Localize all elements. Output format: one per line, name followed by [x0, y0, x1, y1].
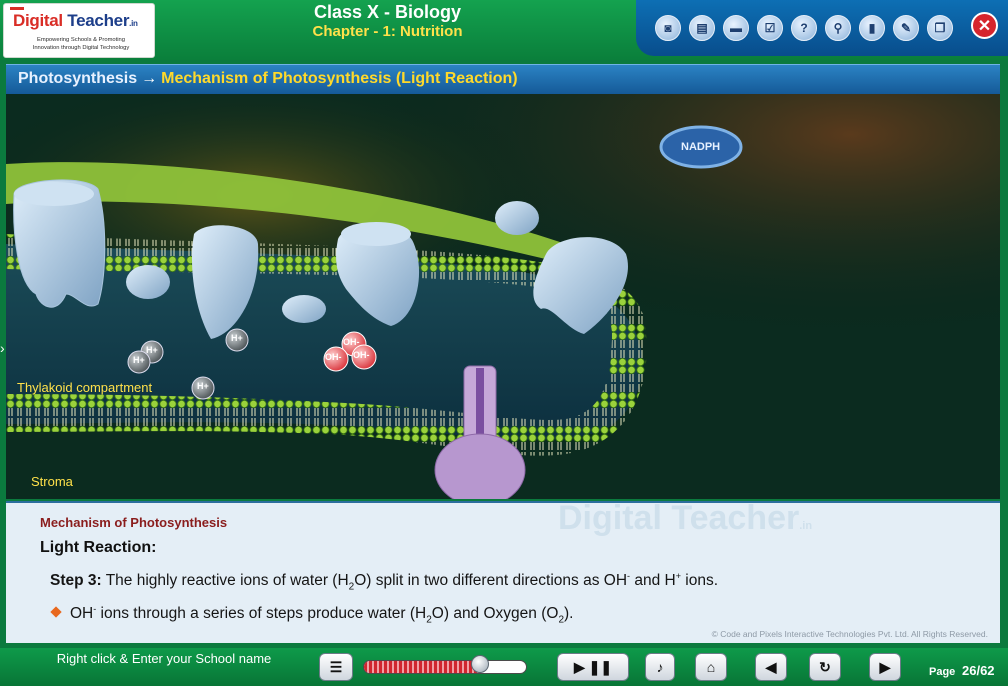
progress-slider-handle[interactable]: [470, 655, 489, 673]
camera-icon[interactable]: ◙: [655, 15, 681, 41]
notebook-icon[interactable]: ▤: [689, 15, 715, 41]
book-icon[interactable]: ▬: [723, 15, 749, 41]
breadcrumb-current: Mechanism of Photosynthesis (Light React…: [161, 70, 518, 87]
logo-wordmark: Digital Teacher.in: [13, 11, 138, 30]
h-ion-label: H+: [231, 333, 243, 343]
logo-tagline-1: Empowering Schools & Promoting: [37, 37, 125, 43]
bullet-text: OH- ions through a series of steps produ…: [50, 604, 573, 625]
play-pause-button[interactable]: ▶ ❚❚: [557, 653, 629, 681]
section-heading: Light Reaction:: [40, 539, 157, 556]
class-title: Class X - Biology: [313, 2, 462, 22]
previous-page-icon[interactable]: ◀: [755, 653, 787, 681]
help-icon[interactable]: ?: [791, 15, 817, 41]
replay-icon[interactable]: ↻: [809, 653, 841, 681]
h-ion-label: H+: [197, 381, 209, 391]
plastocyanin: [282, 295, 326, 323]
header-bar: Digital Teacher.in Empowering Schools & …: [0, 0, 1008, 60]
atp-synthase-head: [434, 433, 526, 499]
quiz-icon[interactable]: ☑: [757, 15, 783, 41]
window-icon[interactable]: ❐: [927, 15, 953, 41]
breadcrumb-separator: →: [141, 70, 158, 87]
thylakoid-diagram: [6, 94, 1000, 499]
home-icon[interactable]: ⌂: [695, 653, 727, 681]
ferredoxin: [495, 201, 539, 235]
logo-tagline-2: Innovation through Digital Technology: [32, 45, 130, 51]
content-panel: Digital Teacher.in Mechanism of Photosyn…: [6, 499, 1000, 643]
thylakoid-compartment-label: Thylakoid compartment: [17, 380, 153, 395]
toolbar: ◙ ▤ ▬ ☑ ? ⚲ ▮ ✎ ❐: [636, 0, 1008, 56]
next-page-icon[interactable]: ▶: [869, 653, 901, 681]
close-icon[interactable]: ✕: [971, 12, 998, 39]
progress-fill: [364, 661, 481, 673]
breadcrumb-topic[interactable]: Photosynthesis: [18, 70, 137, 87]
page-label: Page: [929, 666, 956, 678]
title-block: Class X - Biology Chapter - 1: Nutrition: [270, 2, 505, 42]
h-ion-label: H+: [133, 355, 145, 365]
h-ion-label: H+: [146, 345, 158, 355]
copyright-text: © Code and Pixels Interactive Technologi…: [711, 629, 988, 639]
bullet-diamond-icon: [50, 606, 62, 618]
oh-ion-label: OH-: [343, 337, 360, 347]
side-panel-toggle-icon[interactable]: ›: [0, 340, 14, 362]
plastoquinone: [126, 265, 170, 299]
section-title: Mechanism of Photosynthesis: [40, 515, 228, 530]
stroma-label: Stroma: [31, 474, 73, 489]
page-number: 26/62: [962, 663, 995, 678]
search-icon[interactable]: ⚲: [825, 15, 851, 41]
glossary-icon[interactable]: ▮: [859, 15, 885, 41]
oh-ion-label: OH-: [353, 350, 370, 360]
nadph-label: NADPH: [681, 141, 721, 153]
school-name-field[interactable]: Right click & Enter your School name: [44, 651, 284, 667]
volume-icon[interactable]: ♪: [645, 653, 675, 681]
footer-bar: Right click & Enter your School name ☰ ▶…: [0, 648, 1008, 686]
progress-track[interactable]: [363, 660, 527, 674]
digital-teacher-logo: Digital Teacher.in Empowering Schools & …: [3, 3, 155, 58]
menu-tree-icon[interactable]: ☰: [319, 653, 353, 681]
tools-icon[interactable]: ✎: [893, 15, 919, 41]
chapter-title: Chapter - 1: Nutrition: [312, 23, 463, 40]
animation-stage: NADPH H+ H+ H+ H+ OH- OH- OH- Thylakoid …: [6, 94, 1000, 499]
watermark: Digital Teacher.in: [558, 499, 813, 537]
oh-ion-label: OH-: [325, 352, 342, 362]
breadcrumb: Photosynthesis → Mechanism of Photosynthes…: [6, 64, 1000, 94]
step-text: Step 3: The highly reactive ions of wate…: [50, 571, 719, 593]
